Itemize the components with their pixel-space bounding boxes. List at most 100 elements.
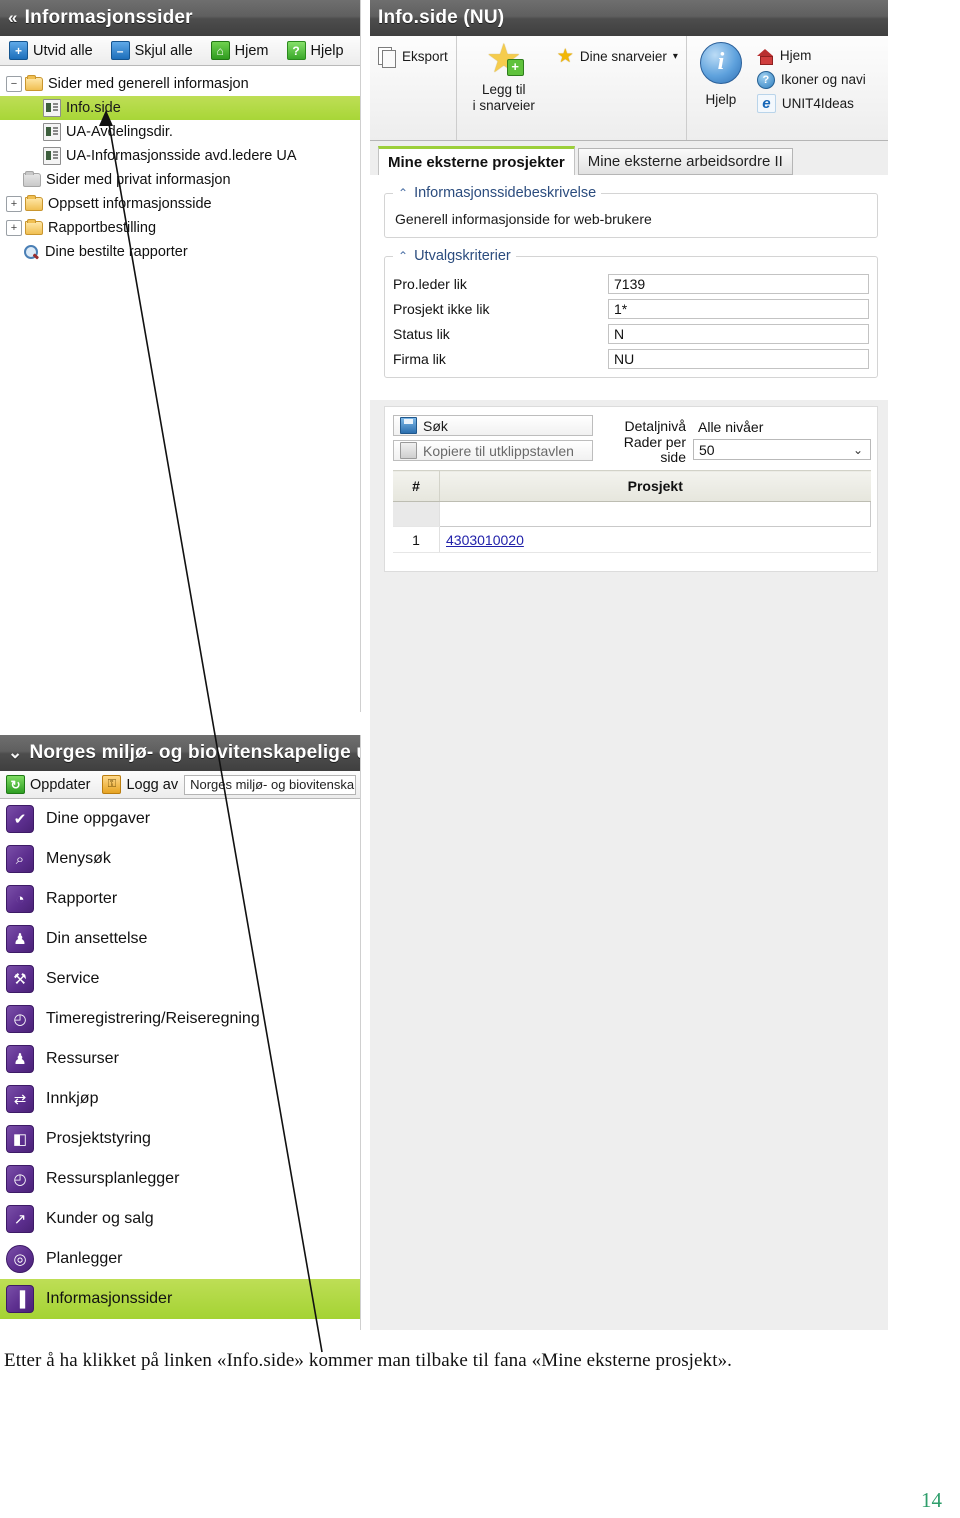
menu-item-rapporter[interactable]: ◔ Rapporter	[0, 879, 360, 919]
star-plus-icon: ★ +	[485, 37, 524, 81]
menu-item-label: Dine oppgaver	[46, 810, 151, 827]
menu-item-prosjektstyring[interactable]: ◧ Prosjektstyring	[0, 1119, 360, 1159]
tree-node-dine-bestilte-rapporter[interactable]: Dine bestilte rapporter	[0, 240, 360, 264]
oppdater-button[interactable]: ↻ Oppdater	[0, 775, 96, 794]
refresh-icon: ↻	[6, 775, 25, 794]
menu-item-planlegger[interactable]: ◎ Planlegger	[0, 1239, 360, 1279]
collapse-chevron-icon[interactable]: ⌄	[8, 743, 22, 763]
menu-item-din-ansettelse[interactable]: ♟ Din ansettelse	[0, 919, 360, 959]
key-icon: ⚿	[102, 775, 122, 794]
rader-per-side-value: 50	[699, 441, 715, 458]
menu-item-ressurser[interactable]: ♟ Ressurser	[0, 1039, 360, 1079]
results-table: # Prosjekt 1 4303010020	[393, 470, 871, 553]
results-action-buttons: Søk Kopiere til utklippstavlen	[393, 415, 593, 461]
tree-node-label: Rapportbestilling	[48, 220, 157, 236]
column-header-prosjekt[interactable]: Prosjekt	[439, 470, 871, 502]
folder-icon	[25, 219, 43, 235]
main-menu-panel: ⌄ Norges miljø- og biovitenskapelige u ↻…	[0, 735, 361, 1330]
menu-item-menysok[interactable]: ⌕ Menysøk	[0, 839, 360, 879]
toggle-icon[interactable]: +	[6, 196, 22, 212]
field-row-proleder: Pro.leder lik 7139	[393, 271, 869, 296]
filter-input-prosjekt[interactable]	[439, 501, 871, 527]
menu-item-informasjonssider[interactable]: ▐ Informasjonssider	[0, 1279, 360, 1319]
chevron-down-icon: ▾	[672, 51, 678, 62]
browser-icon: e	[756, 94, 776, 113]
tree-node-ua-avdelingsdir[interactable]: UA-Avdelingsdir.	[0, 120, 360, 144]
toggle-icon[interactable]: +	[6, 220, 22, 236]
detaljniva-value[interactable]: Alle nivåer	[693, 417, 871, 437]
add-shortcut-line1: Legg til	[482, 82, 526, 97]
logg-av-button[interactable]: ⚿ Logg av	[96, 775, 184, 794]
chevron-up-icon: ⌃	[398, 249, 409, 263]
menu-item-innkjop[interactable]: ⇄ Innkjøp	[0, 1079, 360, 1119]
tree-panel-header: « Informasjonssider	[0, 0, 360, 36]
proleder-lik-input[interactable]: 7139	[608, 273, 869, 294]
page-number: 14	[921, 1488, 942, 1512]
tree-node-label: Info.side	[66, 100, 121, 116]
status-lik-input[interactable]: N	[608, 323, 869, 344]
criteria-group-legend[interactable]: ⌃ Utvalgskriterier	[393, 248, 516, 264]
add-shortcut-button[interactable]: ★ + Legg til i snarveier	[465, 37, 543, 113]
prosjekt-ikke-lik-input[interactable]: 1*	[608, 298, 869, 319]
menu-item-ressursplanlegger[interactable]: ◴ Ressursplanlegger	[0, 1159, 360, 1199]
results-block: Søk Kopiere til utklippstavlen Detaljniv…	[384, 406, 878, 572]
tree-node-info-side[interactable]: Info.side	[0, 96, 360, 120]
table-row[interactable]: 1 4303010020	[393, 526, 871, 553]
column-header-number[interactable]: #	[393, 470, 440, 502]
sok-button[interactable]: Søk	[393, 415, 593, 436]
tree-node-label: Sider med privat informasjon	[46, 172, 231, 188]
tree-node-sider-privat[interactable]: Sider med privat informasjon	[0, 168, 360, 192]
field-row-status-lik: Status lik N	[393, 321, 869, 346]
menu-item-kunder-og-salg[interactable]: ↗ Kunder og salg	[0, 1199, 360, 1239]
detaljniva-label: Detaljnivå	[624, 418, 686, 435]
row-prosjekt-cell: 4303010020	[439, 526, 871, 553]
ikoner-label: Ikoner og navi	[780, 72, 866, 87]
help-button[interactable]: i Hjelp	[695, 42, 747, 108]
oppdater-label: Oppdater	[30, 776, 91, 793]
menu-item-label: Din ansettelse	[46, 930, 148, 947]
tree-node-ua-informasjonsside[interactable]: UA-Informasjonsside avd.ledere UA	[0, 144, 360, 168]
menu-item-service[interactable]: ⚒ Service	[0, 959, 360, 999]
sok-label: Søk	[423, 417, 448, 434]
menu-item-timeregistrering[interactable]: ◴ Timeregistrering/Reiseregning	[0, 999, 360, 1039]
menu-item-list: ✔ Dine oppgaver ⌕ Menysøk ◔ Rapporter ♟ …	[0, 799, 360, 1319]
collapse-all-label: Skjul alle	[134, 42, 193, 59]
menu-toolbar: ↻ Oppdater ⚿ Logg av Norges miljø- og bi…	[0, 771, 360, 799]
toggle-spacer-icon	[26, 101, 40, 115]
menu-item-dine-oppgaver[interactable]: ✔ Dine oppgaver	[0, 799, 360, 839]
hjem-link[interactable]: Hjem	[756, 45, 866, 66]
toggle-icon[interactable]: −	[6, 76, 22, 92]
table-filter-row	[393, 501, 871, 527]
firma-lik-input[interactable]: NU	[608, 348, 869, 369]
tree-node-label: UA-Avdelingsdir.	[66, 124, 173, 140]
page-icon	[43, 147, 61, 165]
collapse-chevron-icon[interactable]: «	[8, 8, 18, 28]
menu-item-label: Timeregistrering/Reiseregning	[46, 1010, 260, 1027]
expand-all-button[interactable]: + Utvid alle	[0, 41, 102, 60]
company-selector[interactable]: Norges miljø- og biovitenska	[184, 774, 356, 795]
tree-node-rapportbestilling[interactable]: + Rapportbestilling	[0, 216, 360, 240]
export-button[interactable]: Eksport	[378, 42, 448, 68]
description-group-legend[interactable]: ⌃ Informasjonssidebeskrivelse	[393, 185, 601, 201]
toggle-spacer-icon	[26, 125, 40, 139]
tab-mine-eksterne-prosjekter[interactable]: Mine eksterne prosjekter	[378, 146, 575, 175]
tree-node-sider-generell[interactable]: − Sider med generell informasjon	[0, 72, 360, 96]
kopiere-til-utklippstavlen-button[interactable]: Kopiere til utklippstavlen	[393, 440, 593, 461]
tree-node-oppsett[interactable]: + Oppsett informasjonsside	[0, 192, 360, 216]
description-text: Generell informasjonside for web-brukere	[395, 211, 652, 227]
prosjekt-link[interactable]: 4303010020	[446, 532, 524, 548]
folder-icon	[25, 195, 43, 211]
tab-mine-eksterne-arbeidsordre-ii[interactable]: Mine eksterne arbeidsordre II	[577, 148, 793, 175]
home-button[interactable]: ⌂ Hjem	[202, 41, 278, 60]
magnifier-icon: ⌕	[6, 845, 34, 873]
menu-item-label: Rapporter	[46, 890, 118, 907]
export-label: Eksport	[402, 49, 448, 64]
unit4ideas-link[interactable]: e UNIT4Ideas	[756, 93, 866, 114]
ikoner-og-navigasjon-link[interactable]: ? Ikoner og navi	[756, 69, 866, 90]
help-label: Hjelp	[310, 42, 344, 59]
your-shortcuts-dropdown[interactable]: ★ Dine snarveier ▾	[557, 42, 678, 67]
collapse-all-button[interactable]: – Skjul alle	[102, 41, 202, 60]
rader-per-side-select[interactable]: 50 ⌄	[693, 439, 871, 460]
help-button[interactable]: ? Hjelp	[278, 41, 353, 60]
content-panel-header: Info.side (NU)	[370, 0, 888, 36]
